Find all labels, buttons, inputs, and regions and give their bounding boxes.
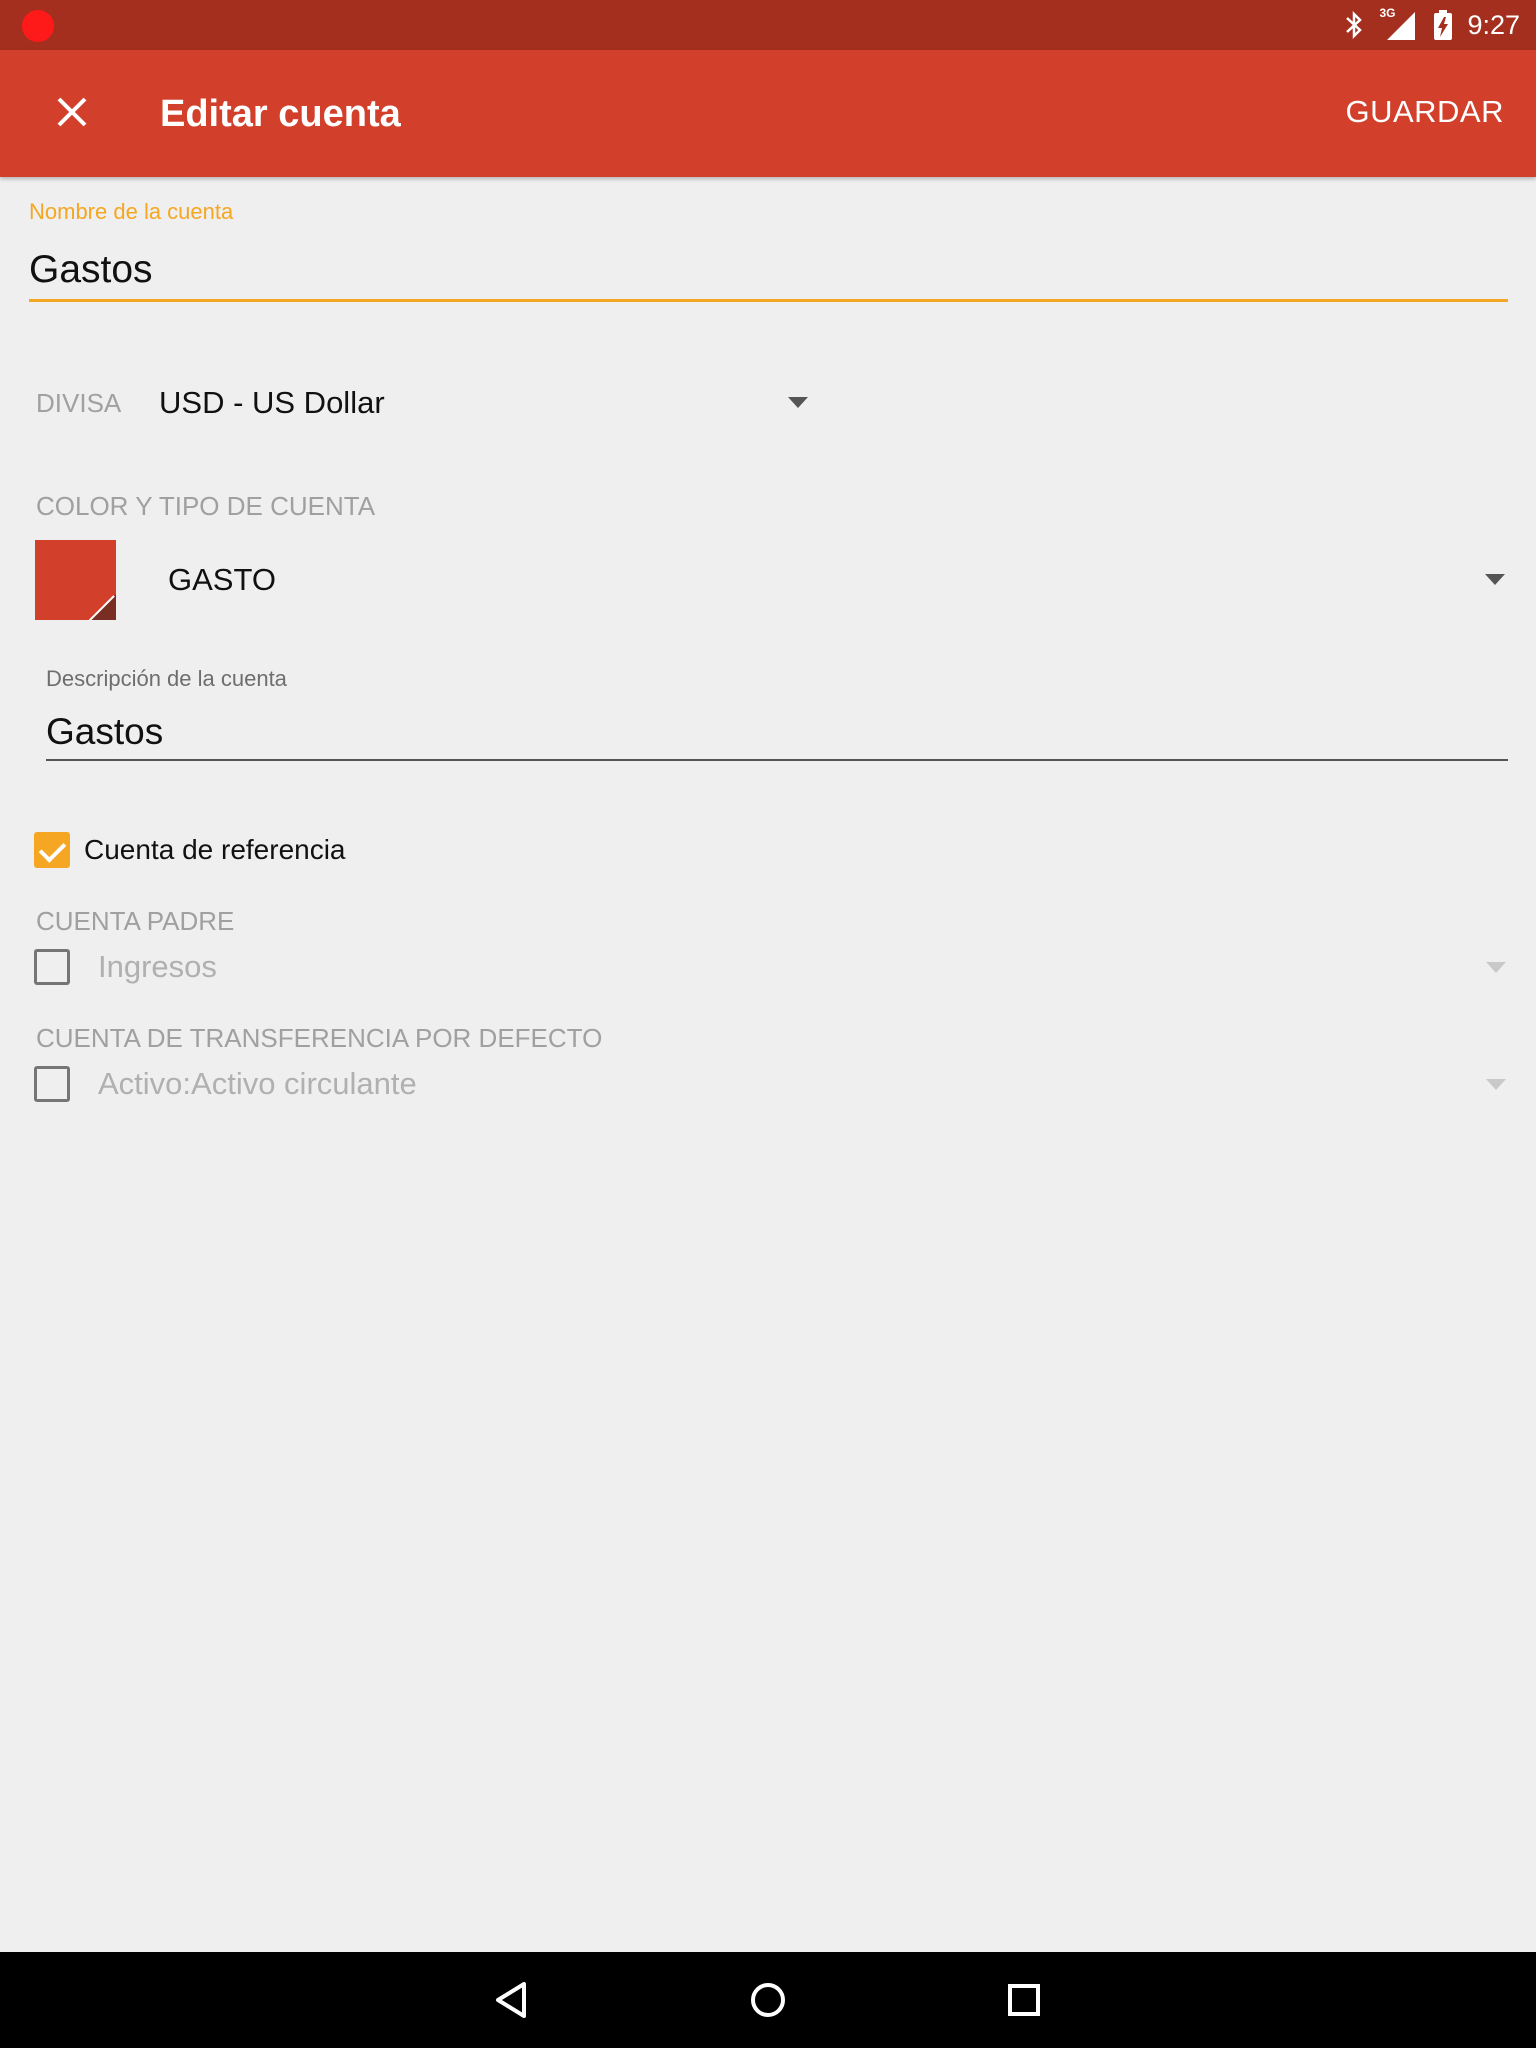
recording-indicator-icon	[22, 10, 54, 42]
home-button[interactable]	[738, 1970, 798, 2030]
back-button[interactable]	[482, 1970, 542, 2030]
description-label: Descripción de la cuenta	[46, 666, 287, 691]
default-transfer-label: CUENTA DE TRANSFERENCIA POR DEFECTO	[36, 1023, 603, 1053]
chevron-down-icon	[1485, 574, 1505, 585]
account-name-input[interactable]	[29, 240, 1508, 302]
chevron-down-icon	[1486, 962, 1506, 973]
chevron-down-icon	[788, 397, 808, 408]
signal-icon: 3G	[1379, 6, 1419, 42]
currency-select[interactable]: USD - US Dollar	[0, 370, 820, 434]
status-bar: 3G 9:27	[0, 0, 1536, 50]
currency-value: USD - US Dollar	[159, 385, 385, 420]
color-picker-swatch[interactable]	[35, 540, 116, 620]
navigation-bar	[0, 1952, 1536, 2048]
color-type-label: COLOR Y TIPO DE CUENTA	[36, 491, 376, 521]
default-transfer-row[interactable]: Activo:Activo circulante	[34, 1064, 1510, 1104]
account-name-label: Nombre de la cuenta	[29, 199, 234, 224]
parent-account-value: Ingresos	[98, 949, 217, 984]
placeholder-account-row[interactable]: Cuenta de referencia	[34, 830, 346, 870]
bluetooth-icon	[1346, 10, 1363, 40]
battery-charging-icon	[1434, 10, 1453, 40]
default-transfer-checkbox[interactable]	[34, 1066, 70, 1102]
status-icons: 3G 9:27	[1343, 0, 1520, 50]
description-input[interactable]	[46, 705, 1508, 761]
recents-button[interactable]	[994, 1970, 1054, 2030]
save-button[interactable]: GUARDAR	[1345, 94, 1504, 130]
parent-account-checkbox[interactable]	[34, 949, 70, 985]
chevron-down-icon	[1486, 1079, 1506, 1090]
clock: 9:27	[1467, 9, 1520, 40]
back-icon	[496, 1982, 526, 2018]
close-button[interactable]	[40, 80, 104, 144]
placeholder-checkbox[interactable]	[34, 832, 70, 868]
home-icon	[751, 1983, 785, 2017]
recents-icon	[1008, 1984, 1040, 2016]
default-transfer-value: Activo:Activo circulante	[98, 1066, 417, 1101]
parent-account-row[interactable]: Ingresos	[34, 947, 1510, 987]
page-title: Editar cuenta	[160, 93, 401, 135]
account-type-value: GASTO	[168, 562, 276, 597]
placeholder-label: Cuenta de referencia	[84, 834, 346, 865]
parent-account-label: CUENTA PADRE	[36, 906, 235, 936]
app-bar: Editar cuenta GUARDAR	[0, 50, 1536, 177]
close-icon	[57, 97, 87, 127]
account-type-select[interactable]: GASTO	[120, 540, 1510, 620]
